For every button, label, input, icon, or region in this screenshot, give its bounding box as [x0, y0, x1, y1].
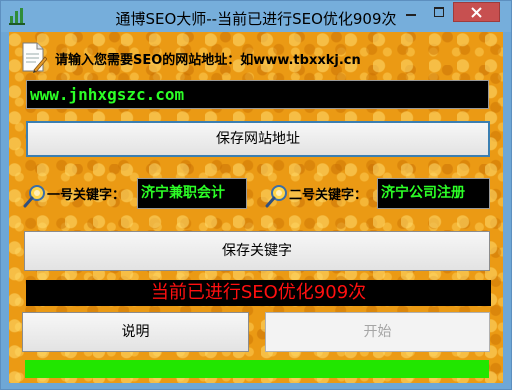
key-magnifier-icon: [265, 185, 287, 208]
progress-fill: [25, 360, 489, 378]
client-area: 请输入您需要SEO的网站地址：如www.tbxxkj.cn www.jnhxgs…: [9, 32, 503, 383]
save-url-button[interactable]: 保存网站地址: [26, 121, 490, 157]
status-display: 当前已进行SEO优化909次: [26, 280, 491, 306]
keyword-1-label: 一号关键字：: [47, 188, 126, 203]
start-button: 开始: [265, 312, 490, 352]
minimize-icon: [405, 14, 416, 16]
progress-bar: [25, 360, 489, 378]
app-window: 通博SEO大师--当前已进行SEO优化909次 请输入您需要SEO的网站地址：如…: [0, 0, 512, 390]
document-pencil-icon: [22, 42, 47, 73]
minimize-button[interactable]: [397, 2, 424, 22]
save-keywords-button[interactable]: 保存关键字: [24, 231, 490, 271]
title-bar[interactable]: 通博SEO大师--当前已进行SEO优化909次: [1, 1, 511, 32]
help-button[interactable]: 说明: [22, 312, 249, 352]
keyword-1-field[interactable]: 济宁兼职会计: [137, 178, 247, 209]
maximize-button[interactable]: [425, 2, 452, 22]
keyword-2-label: 二号关键字：: [289, 188, 368, 203]
key-magnifier-icon: [23, 185, 45, 208]
maximize-icon: [433, 7, 444, 17]
keyword-2-field[interactable]: 济宁公司注册: [377, 178, 490, 209]
url-prompt: 请输入您需要SEO的网站地址：如www.tbxxkj.cn: [55, 53, 361, 68]
close-button[interactable]: [453, 2, 500, 22]
close-icon: [471, 6, 482, 18]
website-url-field[interactable]: www.jnhxgszc.com: [26, 80, 489, 109]
